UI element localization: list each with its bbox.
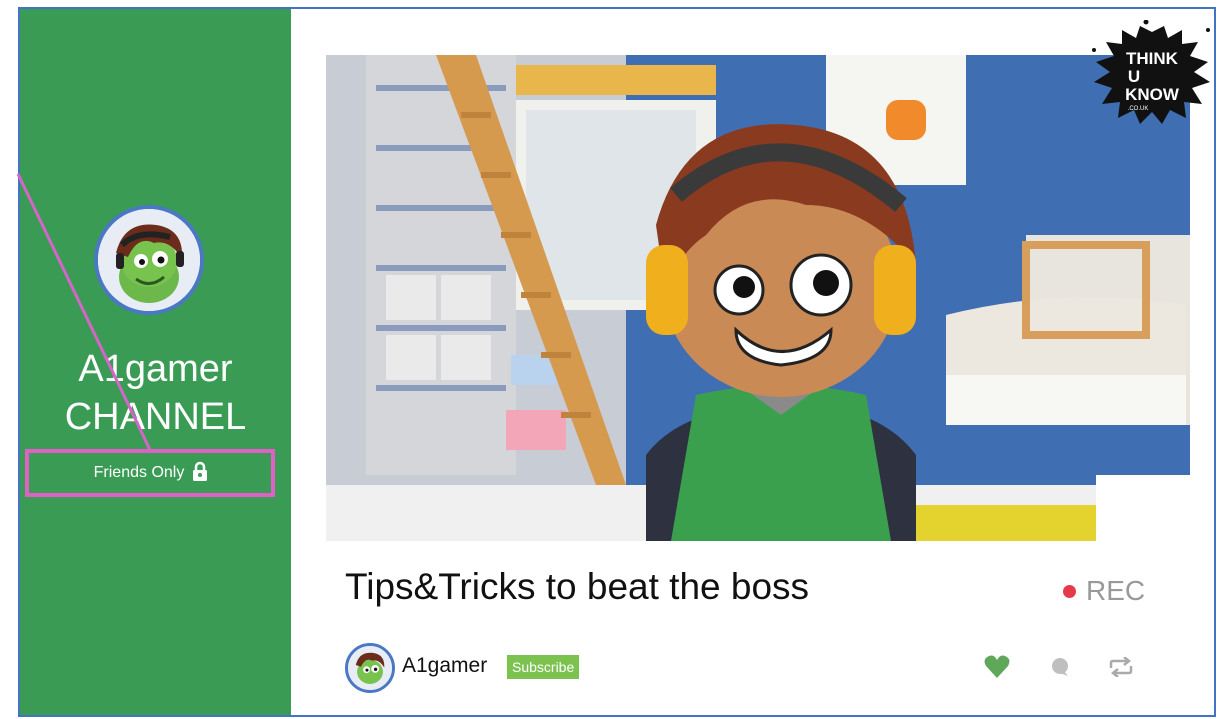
repost-icon[interactable]: [1104, 650, 1138, 684]
author-avatar[interactable]: [345, 643, 395, 693]
heart-icon[interactable]: [980, 650, 1014, 684]
padlock-icon: [192, 461, 208, 486]
logo-line2: U: [1128, 67, 1140, 86]
comment-icon[interactable]: [1043, 650, 1077, 684]
rec-label: REC: [1086, 575, 1146, 606]
channel-name-line2: CHANNEL: [64, 396, 247, 438]
rec-dot-icon: [1063, 584, 1076, 598]
logo-domain: .CO.UK: [1128, 106, 1149, 112]
thinkuknow-logo: THINK U KNOW .CO.UK: [1090, 19, 1215, 130]
channel-avatar[interactable]: [94, 205, 204, 315]
video-title: Tips&Tricks to beat the boss: [345, 566, 810, 607]
privacy-badge-label: Friends Only: [93, 464, 185, 481]
video-thumbnail[interactable]: [326, 55, 1190, 541]
rec-indicator: REC: [1063, 575, 1145, 607]
channel-name-line1: A1gamer: [78, 348, 233, 390]
author-username[interactable]: A1gamer: [402, 654, 487, 678]
logo-line3: KNOW: [1125, 85, 1180, 104]
privacy-badge: Friends Only: [35, 458, 267, 488]
subscribe-button[interactable]: Subscribe: [507, 655, 580, 679]
logo-line1: THINK: [1126, 49, 1179, 68]
